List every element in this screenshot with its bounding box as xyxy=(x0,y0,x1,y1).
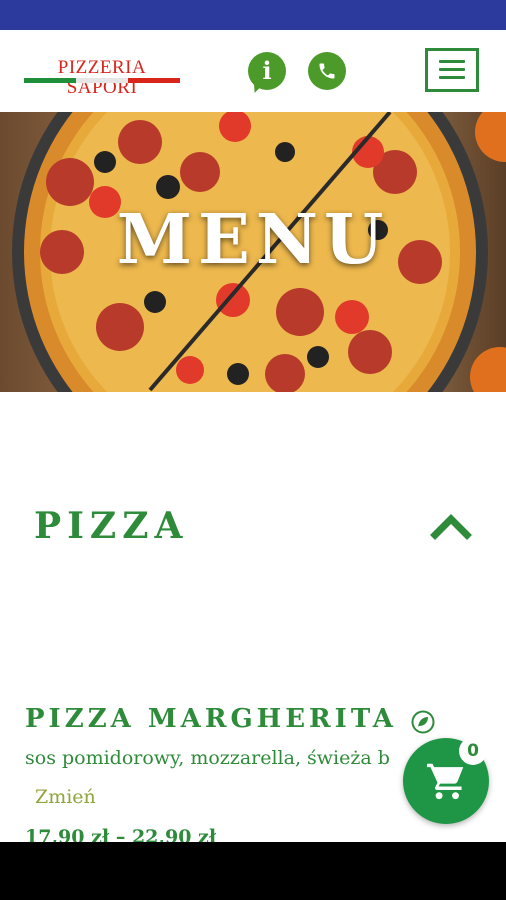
info-bubble-tail xyxy=(248,80,262,94)
menu-line-bottom xyxy=(439,76,465,79)
chevron-up-icon[interactable] xyxy=(430,510,472,540)
info-icon[interactable]: i xyxy=(248,52,286,94)
menu-item-name[interactable]: PIZZA MARGHERITA xyxy=(25,704,397,734)
leaf-icon xyxy=(411,710,435,734)
logo[interactable]: PIZZERIA SAPORI xyxy=(24,58,180,98)
change-button[interactable]: Zmień xyxy=(35,786,96,808)
header: PIZZERIA SAPORI i xyxy=(0,30,506,112)
leaf-glyph xyxy=(411,710,435,734)
status-bar xyxy=(0,0,506,30)
logo-stripe-green xyxy=(24,78,76,83)
info-glyph: i xyxy=(262,56,272,85)
system-navigation-bar xyxy=(0,842,506,900)
category-title[interactable]: PIZZA xyxy=(34,505,188,547)
hero-banner: MENU xyxy=(0,112,506,392)
cart-count-badge: 0 xyxy=(459,737,487,765)
cart-glyph xyxy=(427,763,464,800)
hero-title: MENU xyxy=(116,200,390,280)
logo-stripe-red xyxy=(128,78,180,83)
menu-line-top xyxy=(439,60,465,63)
hamburger-menu-icon[interactable] xyxy=(425,48,479,92)
menu-line-middle xyxy=(439,68,465,71)
logo-stripe-white xyxy=(76,78,128,83)
phone-icon[interactable] xyxy=(308,52,346,90)
chevron-up-glyph xyxy=(430,514,472,540)
phone-glyph xyxy=(319,63,335,79)
